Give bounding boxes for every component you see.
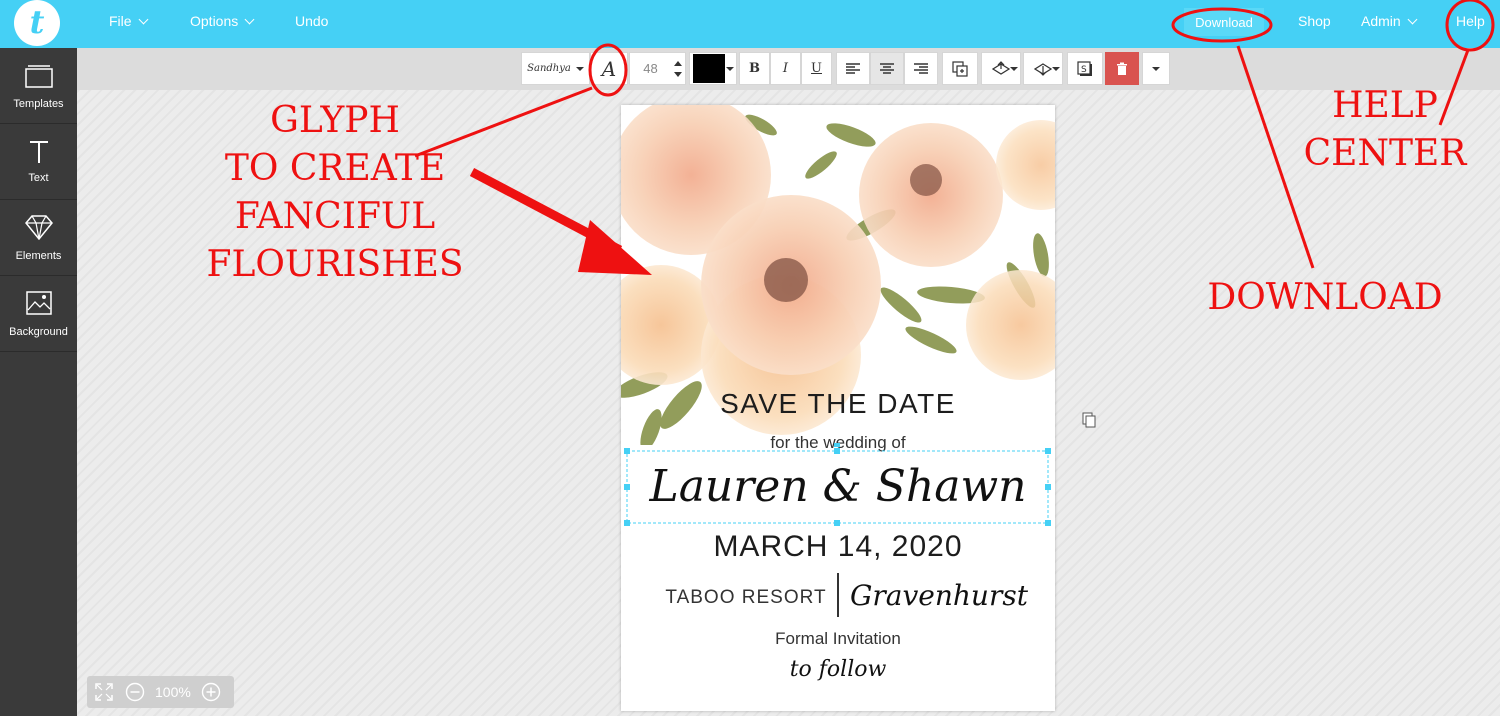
nav-shop-label: Shop (1298, 13, 1331, 29)
menu-options-label: Options (190, 13, 239, 29)
annotation-download: DOWNLOAD (1190, 274, 1460, 322)
fullscreen-icon[interactable] (95, 683, 113, 701)
sidebar-item-label: Templates (13, 98, 64, 110)
nav-shop[interactable]: Shop (1298, 13, 1331, 29)
sidebar-item-label: Text (28, 172, 49, 184)
caret-down-icon (575, 66, 584, 71)
align-center-button[interactable] (870, 52, 904, 85)
chevron-down-icon (1407, 14, 1418, 25)
top-bar: t File Options Undo Download Shop Admin … (0, 0, 1500, 48)
menu-file[interactable]: File (109, 13, 149, 29)
sidebar-item-background[interactable]: Background (0, 276, 77, 352)
annotation-line: DOWNLOAD (1207, 277, 1443, 318)
card-formal-invitation[interactable]: Formal Invitation (621, 629, 1055, 649)
color-swatch (693, 54, 725, 83)
caret-down-icon (726, 66, 734, 71)
annotation-glyph: GLYPH TO CREATE FANCIFUL FLOURISHES (200, 97, 470, 289)
download-button[interactable]: Download (1184, 8, 1264, 36)
templates-icon (24, 65, 53, 88)
card-venue[interactable]: TABOO RESORT (661, 587, 831, 609)
sidebar-item-text[interactable]: Text (0, 124, 77, 200)
annotation-line: FLOURISHES (206, 244, 464, 285)
stepper-icon[interactable] (674, 59, 682, 79)
duplicate-icon (952, 60, 968, 77)
send-backward-button[interactable] (1023, 52, 1063, 85)
sidebar-item-elements[interactable]: Elements (0, 200, 77, 276)
nav-help-label: Help (1456, 13, 1485, 29)
image-icon (25, 291, 52, 315)
zoom-in-icon[interactable] (201, 682, 221, 702)
nav-admin-label: Admin (1361, 13, 1401, 29)
zoom-out-icon[interactable] (125, 682, 145, 702)
nav-help[interactable]: Help (1456, 13, 1485, 29)
sidebar-item-label: Elements (15, 250, 62, 262)
align-center-icon (880, 62, 894, 74)
caret-down-icon (1010, 66, 1018, 71)
copy-icon[interactable] (1082, 412, 1096, 428)
annotation-line: HELP (1332, 85, 1438, 126)
sidebar-item-templates[interactable]: Templates (0, 48, 77, 124)
venue-divider (837, 573, 839, 617)
layer-up-icon (992, 60, 1010, 75)
card-to-follow[interactable]: to follow (621, 657, 1055, 682)
menu-options[interactable]: Options (190, 13, 255, 29)
bring-forward-button[interactable] (981, 52, 1021, 85)
sidebar: Templates Text Elements Background (0, 48, 77, 716)
chevron-down-icon (244, 14, 255, 25)
chevron-down-icon (138, 14, 149, 25)
align-right-icon (914, 62, 928, 74)
underline-button[interactable]: U (801, 52, 832, 85)
annotation-help-center: HELP CENTER (1290, 82, 1480, 178)
annotation-line: FANCIFUL (234, 196, 436, 237)
text-color-picker[interactable] (689, 52, 737, 85)
menu-file-label: File (109, 13, 132, 29)
glyph-icon: A (601, 56, 617, 81)
annotation-line: GLYPH (270, 100, 400, 141)
text-icon (29, 141, 48, 163)
annotation-line: TO CREATE (224, 148, 446, 189)
align-right-button[interactable] (904, 52, 938, 85)
zoom-control: 100% (87, 676, 234, 708)
more-options-button[interactable] (1142, 52, 1170, 85)
annotation-line: CENTER (1303, 133, 1467, 174)
app-logo[interactable]: t (14, 0, 60, 46)
menu-undo-label: Undo (295, 13, 329, 29)
diamond-icon (24, 215, 53, 240)
font-size-value: 48 (643, 61, 658, 76)
card-headline[interactable]: SAVE THE DATE (621, 388, 1055, 420)
caret-down-icon (1152, 66, 1160, 71)
glyph-button[interactable]: A (590, 52, 628, 85)
font-family-select[interactable]: Sandhya (521, 52, 590, 85)
shadow-button[interactable]: S (1067, 52, 1103, 85)
nav-admin[interactable]: Admin (1361, 13, 1418, 29)
font-family-value: Sandhya (527, 63, 571, 74)
design-card[interactable]: SAVE THE DATE for the wedding of Lauren … (621, 105, 1055, 711)
sidebar-item-label: Background (9, 326, 68, 338)
zoom-level: 100% (155, 684, 191, 700)
logo-letter: t (29, 3, 45, 41)
align-left-icon (846, 62, 860, 74)
menu-undo[interactable]: Undo (295, 13, 328, 29)
card-city[interactable]: Gravenhurst (849, 579, 1029, 612)
caret-down-icon (1052, 66, 1060, 71)
shadow-icon: S (1077, 60, 1092, 76)
delete-button[interactable] (1105, 52, 1139, 85)
font-size-field[interactable]: 48 (629, 52, 686, 85)
italic-button[interactable]: I (770, 52, 801, 85)
svg-text:S: S (1081, 65, 1087, 75)
selection-box[interactable] (620, 443, 1056, 531)
layer-down-icon (1034, 62, 1052, 76)
bold-button[interactable]: B (739, 52, 770, 85)
duplicate-button[interactable] (942, 52, 978, 85)
card-date[interactable]: MARCH 14, 2020 (621, 530, 1055, 564)
align-left-button[interactable] (836, 52, 870, 85)
trash-icon (1117, 62, 1127, 75)
